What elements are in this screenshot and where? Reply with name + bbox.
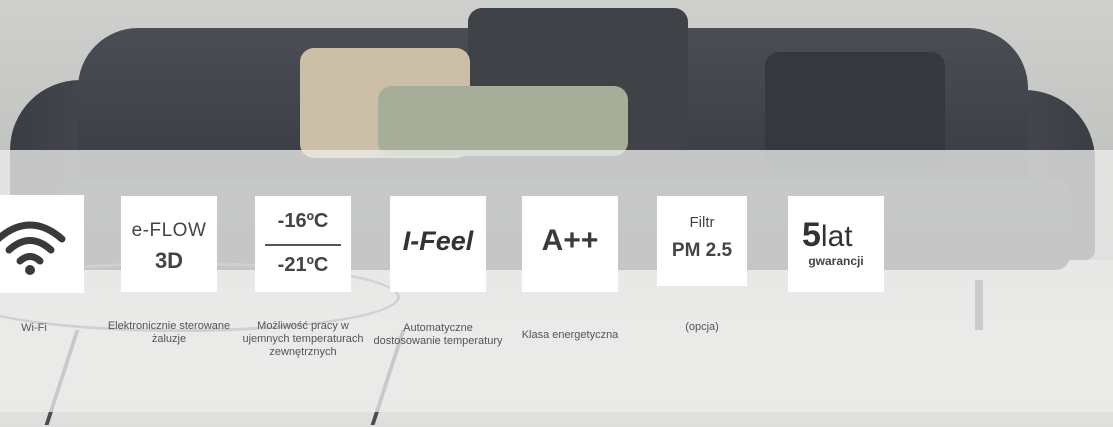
feature-label-ifeel: Automatyczne dostosowanie temperatury (373, 322, 503, 347)
filter-text: Filtr (689, 214, 715, 231)
feature-label-temperature: Możliwość pracy w ujemnych temperaturach… (242, 320, 364, 358)
wifi-icon (0, 221, 66, 275)
eflow-3d-text: 3D (154, 248, 184, 273)
ifeel-text: I-Feel (402, 226, 474, 256)
energy-class-card: A++ (522, 196, 618, 292)
temperature-card: -16ºC -21ºC (255, 196, 351, 292)
temp-min-text: -16ºC (277, 210, 329, 232)
filter-card: Filtr PM 2.5 (657, 196, 747, 286)
wifi-card (0, 195, 84, 293)
ifeel-card: I-Feel (390, 196, 486, 292)
energy-class-text: A++ (541, 224, 599, 257)
warranty-number: 5 (802, 216, 821, 254)
temp-divider (265, 244, 341, 246)
pillow-sage (378, 86, 628, 156)
warranty-unit: lat (820, 220, 853, 253)
warranty-sub: gwarancji (808, 254, 864, 268)
warranty-headline: 5lat (802, 216, 853, 255)
eflow-text: e-FLOW (131, 220, 207, 241)
feature-label-eflow: Elektronicznie sterowane żaluzje (107, 320, 231, 345)
temp-max-text: -21ºC (277, 254, 329, 276)
warranty-card: 5lat gwarancji (788, 196, 884, 292)
feature-label-wifi: Wi-Fi (21, 322, 47, 334)
pm25-text: PM 2.5 (671, 240, 733, 261)
eflow-card: e-FLOW 3D (121, 196, 217, 292)
feature-label-energy: Klasa energetyczna (521, 329, 619, 341)
feature-label-filter: (opcja) (685, 321, 719, 333)
